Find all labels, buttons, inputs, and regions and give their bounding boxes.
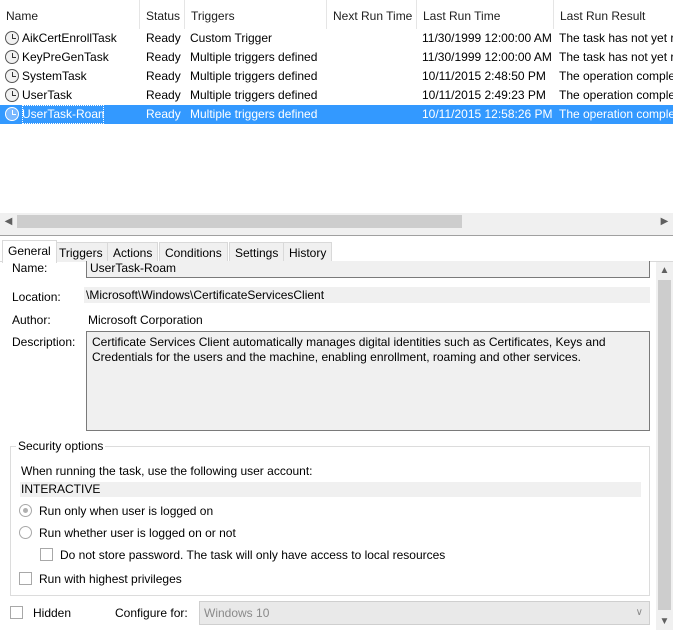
- scheduled-task-icon: [5, 31, 19, 45]
- author-value: Microsoft Corporation: [88, 313, 203, 327]
- task-last-result: The operation completed successfully.: [559, 107, 673, 121]
- scroll-right-arrow-icon[interactable]: ▶: [656, 213, 673, 230]
- run-only-logged-on-radio[interactable]: [19, 504, 32, 517]
- run-whether-logged-on-label[interactable]: Run whether user is logged on or not: [39, 526, 236, 540]
- task-status: Ready: [146, 50, 181, 64]
- task-triggers: Multiple triggers defined: [190, 88, 318, 102]
- run-only-logged-on-label[interactable]: Run only when user is logged on: [39, 504, 213, 518]
- task-row[interactable]: KeyPreGenTask Ready Multiple triggers de…: [0, 48, 673, 67]
- task-row-selected[interactable]: UserTask-Roam Ready Multiple triggers de…: [0, 105, 673, 124]
- scheduled-task-icon: [5, 107, 19, 121]
- task-last-result: The operation completed successfully.: [559, 69, 673, 83]
- scroll-up-arrow-icon[interactable]: ▲: [656, 262, 673, 279]
- pane-splitter[interactable]: [0, 230, 673, 236]
- task-row[interactable]: AikCertEnrollTask Ready Custom Trigger 1…: [0, 29, 673, 48]
- name-field[interactable]: UserTask-Roam: [86, 261, 650, 278]
- task-name: SystemTask: [22, 69, 87, 83]
- task-triggers: Multiple triggers defined: [190, 50, 318, 64]
- task-next-run: [332, 67, 416, 86]
- task-triggers: Multiple triggers defined: [190, 69, 318, 83]
- scheduled-task-icon: [5, 50, 19, 64]
- name-label: Name:: [12, 261, 48, 275]
- vertical-scroll-thumb[interactable]: [658, 280, 671, 610]
- do-not-store-password-label[interactable]: Do not store password. The task will onl…: [60, 548, 445, 562]
- column-header-status[interactable]: Status: [139, 0, 184, 29]
- location-label: Location:: [12, 290, 61, 304]
- column-header-last-run-time[interactable]: Last Run Time: [416, 0, 553, 29]
- task-status: Ready: [146, 69, 181, 83]
- user-account-field: INTERACTIVE: [20, 482, 641, 497]
- task-name: KeyPreGenTask: [22, 50, 109, 64]
- description-label: Description:: [12, 335, 76, 349]
- run-highest-privileges-checkbox[interactable]: [19, 572, 32, 585]
- task-last-run: 11/30/1999 12:00:00 AM: [422, 31, 552, 45]
- column-header-next-run-time[interactable]: Next Run Time: [326, 0, 416, 29]
- task-last-result: The operation completed successfully.: [559, 88, 673, 102]
- task-status: Ready: [146, 31, 181, 45]
- task-next-run: [332, 105, 416, 124]
- chevron-down-icon: ∨: [635, 607, 643, 618]
- task-triggers: Custom Trigger: [190, 31, 273, 45]
- configure-for-value: Windows 10: [204, 606, 270, 620]
- task-list-header: Name Status Triggers Next Run Time Last …: [0, 0, 673, 29]
- task-last-run: 10/11/2015 12:58:26 PM: [422, 107, 553, 121]
- tab-history[interactable]: History: [283, 242, 333, 262]
- task-row[interactable]: SystemTask Ready Multiple triggers defin…: [0, 67, 673, 86]
- tab-strip: General Triggers Actions Conditions Sett…: [0, 240, 673, 263]
- tab-settings[interactable]: Settings: [229, 242, 285, 262]
- task-name: AikCertEnrollTask: [22, 31, 117, 45]
- location-field[interactable]: \Microsoft\Windows\CertificateServicesCl…: [84, 287, 650, 303]
- hidden-label[interactable]: Hidden: [33, 606, 71, 620]
- horizontal-scrollbar[interactable]: ◀ ▶: [0, 213, 673, 230]
- task-last-run: 10/11/2015 2:49:23 PM: [422, 88, 546, 102]
- author-label: Author:: [12, 313, 51, 327]
- task-next-run: [332, 48, 416, 67]
- description-field[interactable]: Certificate Services Client automaticall…: [86, 331, 650, 431]
- tab-actions[interactable]: Actions: [107, 242, 159, 262]
- scroll-down-arrow-icon[interactable]: ▼: [656, 613, 673, 630]
- task-row[interactable]: UserTask Ready Multiple triggers defined…: [0, 86, 673, 105]
- task-name: UserTask-Roam: [22, 105, 104, 124]
- vertical-scrollbar[interactable]: ▲ ▼: [656, 262, 673, 630]
- task-last-result: The task has not yet run.: [559, 50, 673, 64]
- tab-triggers[interactable]: Triggers: [53, 242, 109, 262]
- task-name: UserTask: [22, 88, 73, 102]
- task-last-result: The task has not yet run.: [559, 31, 673, 45]
- do-not-store-password-checkbox[interactable]: [40, 548, 53, 561]
- task-next-run: [332, 29, 416, 48]
- scheduled-task-icon: [5, 69, 19, 83]
- configure-for-dropdown[interactable]: Windows 10 ∨: [199, 601, 650, 625]
- task-last-run: 11/30/1999 12:00:00 AM: [422, 50, 552, 64]
- task-last-run: 10/11/2015 2:48:50 PM: [422, 69, 546, 83]
- column-header-name[interactable]: Name: [0, 0, 140, 29]
- configure-for-label: Configure for:: [115, 606, 188, 620]
- task-status: Ready: [146, 107, 181, 121]
- run-highest-privileges-label[interactable]: Run with highest privileges: [39, 572, 182, 586]
- tab-conditions[interactable]: Conditions: [159, 242, 228, 262]
- horizontal-scroll-thumb[interactable]: [17, 215, 462, 228]
- security-options-title: Security options: [16, 439, 106, 453]
- column-header-triggers[interactable]: Triggers: [184, 0, 326, 29]
- hidden-checkbox[interactable]: [10, 606, 23, 619]
- scheduled-task-icon: [5, 88, 19, 102]
- user-account-prompt: When running the task, use the following…: [21, 464, 313, 478]
- task-triggers: Multiple triggers defined: [190, 107, 318, 121]
- tab-general[interactable]: General: [2, 240, 57, 263]
- scroll-left-arrow-icon[interactable]: ◀: [0, 213, 17, 230]
- task-next-run: [332, 86, 416, 105]
- column-header-last-run-result[interactable]: Last Run Result: [553, 0, 673, 29]
- run-whether-logged-on-radio[interactable]: [19, 526, 32, 539]
- task-status: Ready: [146, 88, 181, 102]
